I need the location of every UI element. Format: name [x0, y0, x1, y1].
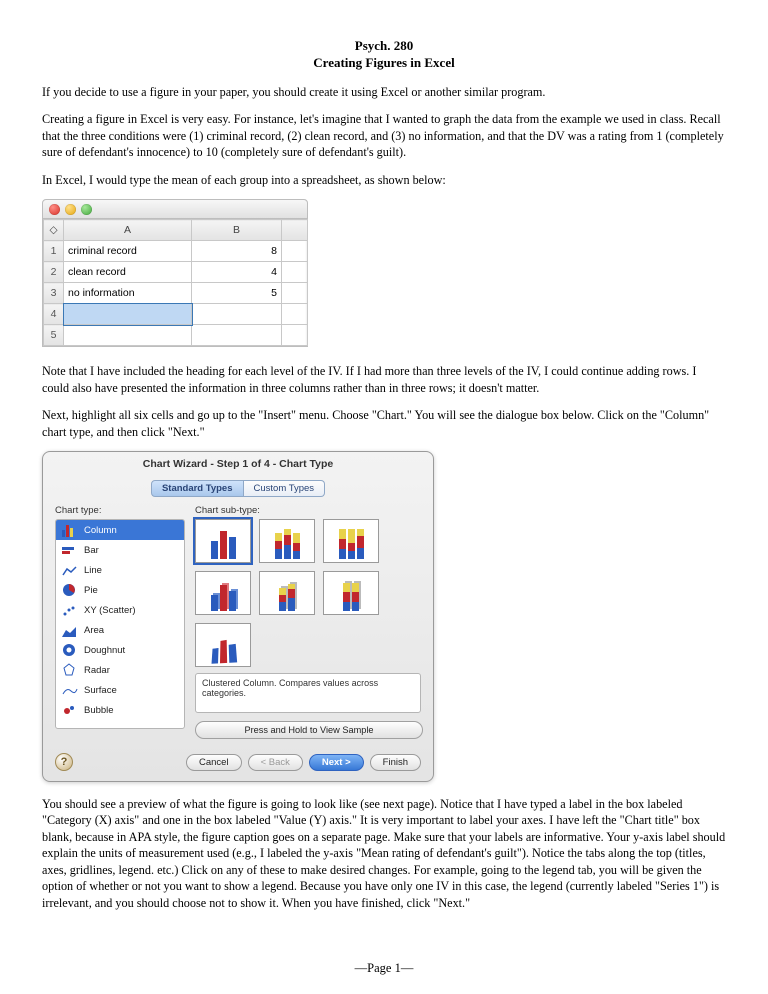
row-header: 2	[44, 262, 64, 283]
subtype-grid	[195, 519, 421, 667]
type-column[interactable]: Column	[56, 520, 184, 540]
row-header: 5	[44, 325, 64, 346]
cell: no information	[64, 283, 192, 304]
cell	[282, 241, 308, 262]
cell	[192, 304, 282, 325]
cell: 5	[192, 283, 282, 304]
page-title: Creating Figures in Excel	[42, 55, 726, 72]
window-titlebar	[43, 200, 307, 219]
area-icon	[62, 623, 78, 637]
chart-type-label: Chart type:	[55, 505, 185, 516]
minimize-icon	[65, 204, 76, 215]
chart-wizard-dialog: Chart Wizard - Step 1 of 4 - Chart Type …	[42, 451, 434, 782]
column-icon	[62, 523, 78, 537]
subtype-stacked-column[interactable]	[259, 519, 315, 563]
row-header: 4	[44, 304, 64, 325]
bar-icon	[62, 543, 78, 557]
cell	[282, 304, 308, 325]
subtype-3d-100pct[interactable]	[323, 571, 379, 615]
col-header-c	[282, 220, 308, 241]
cell: clean record	[64, 262, 192, 283]
bubble-icon	[62, 703, 78, 717]
page-footer: —Page 1—	[0, 961, 768, 976]
subtype-clustered-column[interactable]	[195, 519, 251, 563]
zoom-icon	[81, 204, 92, 215]
chart-type-list[interactable]: Column Bar Line Pie XY (Scatter) Area Do…	[55, 519, 185, 729]
col-header-a: A	[64, 220, 192, 241]
spreadsheet-grid: ◇ A B 1 criminal record 8 2 clean record…	[43, 219, 308, 346]
col-header-b: B	[192, 220, 282, 241]
type-pie[interactable]: Pie	[56, 580, 184, 600]
type-area[interactable]: Area	[56, 620, 184, 640]
chart-subtype-label: Chart sub-type:	[195, 505, 421, 516]
type-doughnut[interactable]: Doughnut	[56, 640, 184, 660]
next-button[interactable]: Next >	[309, 754, 364, 771]
cancel-button[interactable]: Cancel	[186, 754, 242, 771]
type-surface[interactable]: Surface	[56, 680, 184, 700]
paragraph-5: Next, highlight all six cells and go up …	[42, 407, 726, 440]
subtype-description: Clustered Column. Compares values across…	[195, 673, 421, 713]
row-header: 3	[44, 283, 64, 304]
subtype-3d-stacked[interactable]	[259, 571, 315, 615]
dialog-title: Chart Wizard - Step 1 of 4 - Chart Type	[43, 452, 433, 480]
tab-standard-types[interactable]: Standard Types	[151, 480, 244, 497]
pie-icon	[62, 583, 78, 597]
tab-custom-types[interactable]: Custom Types	[244, 480, 326, 497]
type-bubble[interactable]: Bubble	[56, 700, 184, 720]
radar-icon	[62, 663, 78, 677]
type-radar[interactable]: Radar	[56, 660, 184, 680]
subtype-3d-clustered[interactable]	[195, 571, 251, 615]
cell	[282, 283, 308, 304]
paragraph-6: You should see a preview of what the fig…	[42, 796, 726, 911]
tab-segmented-control: Standard Types Custom Types	[43, 480, 433, 497]
course-code: Psych. 280	[42, 38, 726, 55]
cell	[282, 262, 308, 283]
subtype-100pct-stacked[interactable]	[323, 519, 379, 563]
type-xy-scatter[interactable]: XY (Scatter)	[56, 600, 184, 620]
cell	[282, 325, 308, 346]
line-icon	[62, 563, 78, 577]
cell: 4	[192, 262, 282, 283]
subtype-3d-column[interactable]	[195, 623, 251, 667]
cell	[64, 325, 192, 346]
close-icon	[49, 204, 60, 215]
cell	[192, 325, 282, 346]
back-button[interactable]: < Back	[248, 754, 303, 771]
active-cell	[64, 304, 192, 325]
surface-icon	[62, 683, 78, 697]
row-header: 1	[44, 241, 64, 262]
type-bar[interactable]: Bar	[56, 540, 184, 560]
paragraph-1: If you decide to use a figure in your pa…	[42, 84, 726, 100]
paragraph-2: Creating a figure in Excel is very easy.…	[42, 111, 726, 160]
cell: 8	[192, 241, 282, 262]
doughnut-icon	[62, 643, 78, 657]
view-sample-button[interactable]: Press and Hold to View Sample	[195, 721, 423, 739]
type-line[interactable]: Line	[56, 560, 184, 580]
paragraph-4: Note that I have included the heading fo…	[42, 363, 726, 396]
select-all-corner: ◇	[44, 220, 64, 241]
help-icon[interactable]: ?	[55, 753, 73, 771]
spreadsheet-screenshot: ◇ A B 1 criminal record 8 2 clean record…	[42, 199, 308, 347]
scatter-icon	[62, 603, 78, 617]
paragraph-3: In Excel, I would type the mean of each …	[42, 172, 726, 188]
cell: criminal record	[64, 241, 192, 262]
finish-button[interactable]: Finish	[370, 754, 421, 771]
